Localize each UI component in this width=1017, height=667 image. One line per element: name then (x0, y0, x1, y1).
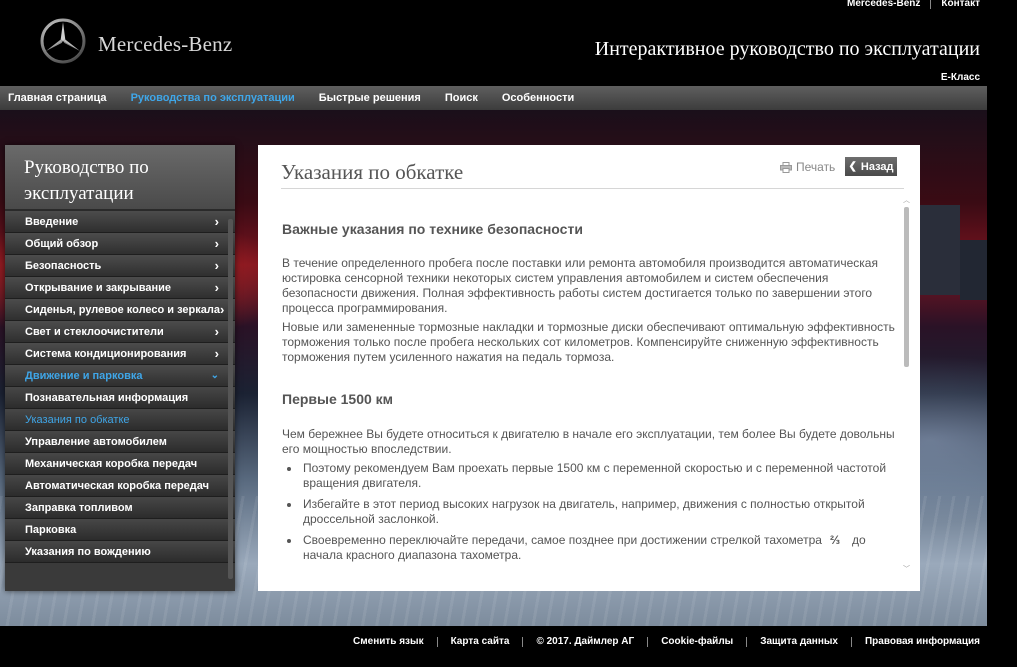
vehicle-class-label: E-Класс (940, 72, 980, 83)
footer: Сменить язык Карта сайта © 2017. Даймлер… (0, 626, 1017, 667)
sidebar-item-driving-parking[interactable]: Движение и парковка ⌄ (5, 365, 235, 387)
divider (281, 188, 904, 189)
content-scroll-area[interactable]: Важные указания по технике безопасности … (258, 191, 920, 591)
separator (436, 636, 438, 647)
sidebar-item-label: Сиденья, рулевое колесо и зеркала (25, 303, 220, 316)
sidebar-item-label: Движение и парковка (25, 369, 143, 382)
separator (850, 636, 852, 647)
paragraph: В течение определенного пробега после по… (282, 256, 878, 315)
sidebar-item-label: Открывание и закрывание (25, 281, 172, 294)
sidebar-item-safety[interactable]: Безопасность › (5, 255, 235, 277)
sidebar-item-introduction[interactable]: Введение › (5, 211, 235, 233)
sidebar-item-overview[interactable]: Общий обзор › (5, 233, 235, 255)
fraction-two-thirds: ⅔ (829, 533, 840, 547)
sidebar-subitem-label: Заправка топливом (25, 501, 133, 514)
footer-link-privacy[interactable]: Защита данных (760, 636, 838, 647)
back-label: Назад (860, 160, 894, 173)
content-panel: Указания по обкатке Печать ❮ Назад Важны… (258, 145, 920, 591)
footer-link-language[interactable]: Сменить язык (353, 636, 424, 647)
chevron-right-icon: › (214, 280, 219, 295)
sidebar-item-lights-wipers[interactable]: Свет и стеклоочистители › (5, 321, 235, 343)
utility-nav: Mercedes-Benz Контакт (847, 0, 980, 9)
sidebar-item-label: Свет и стеклоочистители (25, 325, 164, 338)
footer-link-legal[interactable]: Правовая информация (865, 636, 980, 647)
section-heading-safety: Важные указания по технике безопасности (282, 221, 583, 237)
footer-copyright: © 2017. Даймлер АГ (536, 636, 635, 647)
chevron-down-icon: ⌄ (210, 369, 219, 381)
util-link-contact[interactable]: Контакт (941, 0, 980, 9)
sidebar-item-seats-steering[interactable]: Сиденья, рулевое колесо и зеркала › (5, 299, 235, 321)
sidebar-item-label: Безопасность (25, 259, 102, 272)
chevron-right-icon: › (214, 214, 219, 229)
content-title: Указания по обкатке (281, 160, 464, 184)
sidebar-item-label: Введение (25, 215, 79, 228)
chevron-left-icon: ❮ (848, 161, 857, 172)
print-button[interactable]: Печать (780, 160, 835, 174)
sidebar-subitem-label: Познавательная информация (25, 391, 189, 404)
mercedes-star-logo-icon[interactable] (38, 18, 88, 64)
sidebar-subitem-info[interactable]: Познавательная информация (5, 387, 235, 409)
sidebar-subitem-break-in[interactable]: Указания по обкатке (5, 409, 235, 431)
util-link-mercedes[interactable]: Mercedes-Benz (847, 0, 920, 9)
content-scrollbar[interactable]: ︿ ﹀ (903, 197, 910, 573)
chevron-right-icon: › (214, 346, 219, 361)
separator (647, 636, 649, 647)
separator (522, 636, 524, 647)
sidebar-subitem-parking[interactable]: Парковка (5, 519, 235, 541)
printer-icon (780, 161, 792, 173)
article-body: Важные указания по технике безопасности … (282, 191, 902, 569)
sidebar-subitem-label: Автоматическая коробка передач (25, 479, 210, 492)
sidebar-title: Руководство по эксплуатации (5, 145, 235, 211)
footer-links: Сменить язык Карта сайта © 2017. Даймлер… (353, 636, 980, 647)
sidebar-subitem-label: Механическая коробка передач (25, 457, 198, 470)
scroll-down-icon[interactable]: ﹀ (903, 566, 910, 573)
nav-features[interactable]: Особенности (502, 92, 574, 104)
page-title: Интерактивное руководство по эксплуатаци… (594, 38, 980, 60)
separator (930, 0, 932, 9)
sidebar-item-label: Система кондиционирования (25, 347, 187, 360)
section-heading-first-1500: Первые 1500 км (282, 391, 394, 407)
scrollbar-thumb[interactable] (904, 207, 909, 367)
sidebar-subitem-label: Парковка (25, 523, 77, 536)
sidebar-subitem-label: Управление автомобилем (25, 435, 167, 448)
sidebar-item-climate[interactable]: Система кондиционирования › (5, 343, 235, 365)
sidebar-scrollbar[interactable] (228, 219, 233, 579)
list-item: Своевременно переключайте передачи, само… (301, 533, 902, 563)
chevron-right-icon: › (214, 258, 219, 273)
sidebar-subitem-refueling[interactable]: Заправка топливом (5, 497, 235, 519)
print-label: Печать (796, 160, 836, 174)
sidebar-subitem-label: Указания по обкатке (25, 413, 130, 426)
chevron-right-icon: › (214, 324, 219, 339)
list-item: Поэтому рекомендуем Вам проехать первые … (301, 461, 902, 491)
sidebar: Руководство по эксплуатации Введение › Об… (5, 145, 235, 591)
bullet-list: Поэтому рекомендуем Вам проехать первые … (282, 461, 902, 563)
sidebar-subitem-vehicle-control[interactable]: Управление автомобилем (5, 431, 235, 453)
header: Mercedes-Benz Контакт Mercedes-Benz Инте… (0, 0, 1017, 86)
scroll-up-icon[interactable]: ︿ (903, 197, 910, 204)
nav-search[interactable]: Поиск (445, 92, 478, 104)
sidebar-list: Введение › Общий обзор › Безопасность › Отк… (5, 211, 235, 563)
list-item: Избегайте в этот период высоких нагрузок… (301, 497, 902, 527)
chevron-right-icon: › (214, 236, 219, 251)
back-button[interactable]: ❮ Назад (845, 157, 897, 176)
main-nav: Главная страница Руководства по эксплуат… (0, 86, 987, 110)
paragraph: Новые или замененные тормозные накладки … (282, 320, 895, 364)
sidebar-subitem-manual-gearbox[interactable]: Механическая коробка передач (5, 453, 235, 475)
footer-link-cookies[interactable]: Cookie-файлы (661, 636, 733, 647)
nav-quick-solutions[interactable]: Быстрые решения (319, 92, 421, 104)
sidebar-item-label: Общий обзор (25, 237, 99, 250)
footer-link-sitemap[interactable]: Карта сайта (451, 636, 510, 647)
sidebar-subitem-automatic-gearbox[interactable]: Автоматическая коробка передач (5, 475, 235, 497)
nav-home[interactable]: Главная страница (8, 92, 107, 104)
sidebar-subitem-label: Указания по вождению (25, 545, 151, 558)
brand-name: Mercedes-Benz (98, 32, 233, 56)
nav-manuals[interactable]: Руководства по эксплуатации (131, 92, 295, 104)
separator (746, 636, 748, 647)
paragraph: Чем бережнее Вы будете относиться к двиг… (282, 427, 895, 456)
sidebar-subitem-driving-tips[interactable]: Указания по вождению (5, 541, 235, 563)
list-item-text: Своевременно переключайте передачи, само… (303, 533, 822, 547)
chevron-right-icon: › (219, 302, 225, 317)
sidebar-item-opening-closing[interactable]: Открывание и закрывание › (5, 277, 235, 299)
